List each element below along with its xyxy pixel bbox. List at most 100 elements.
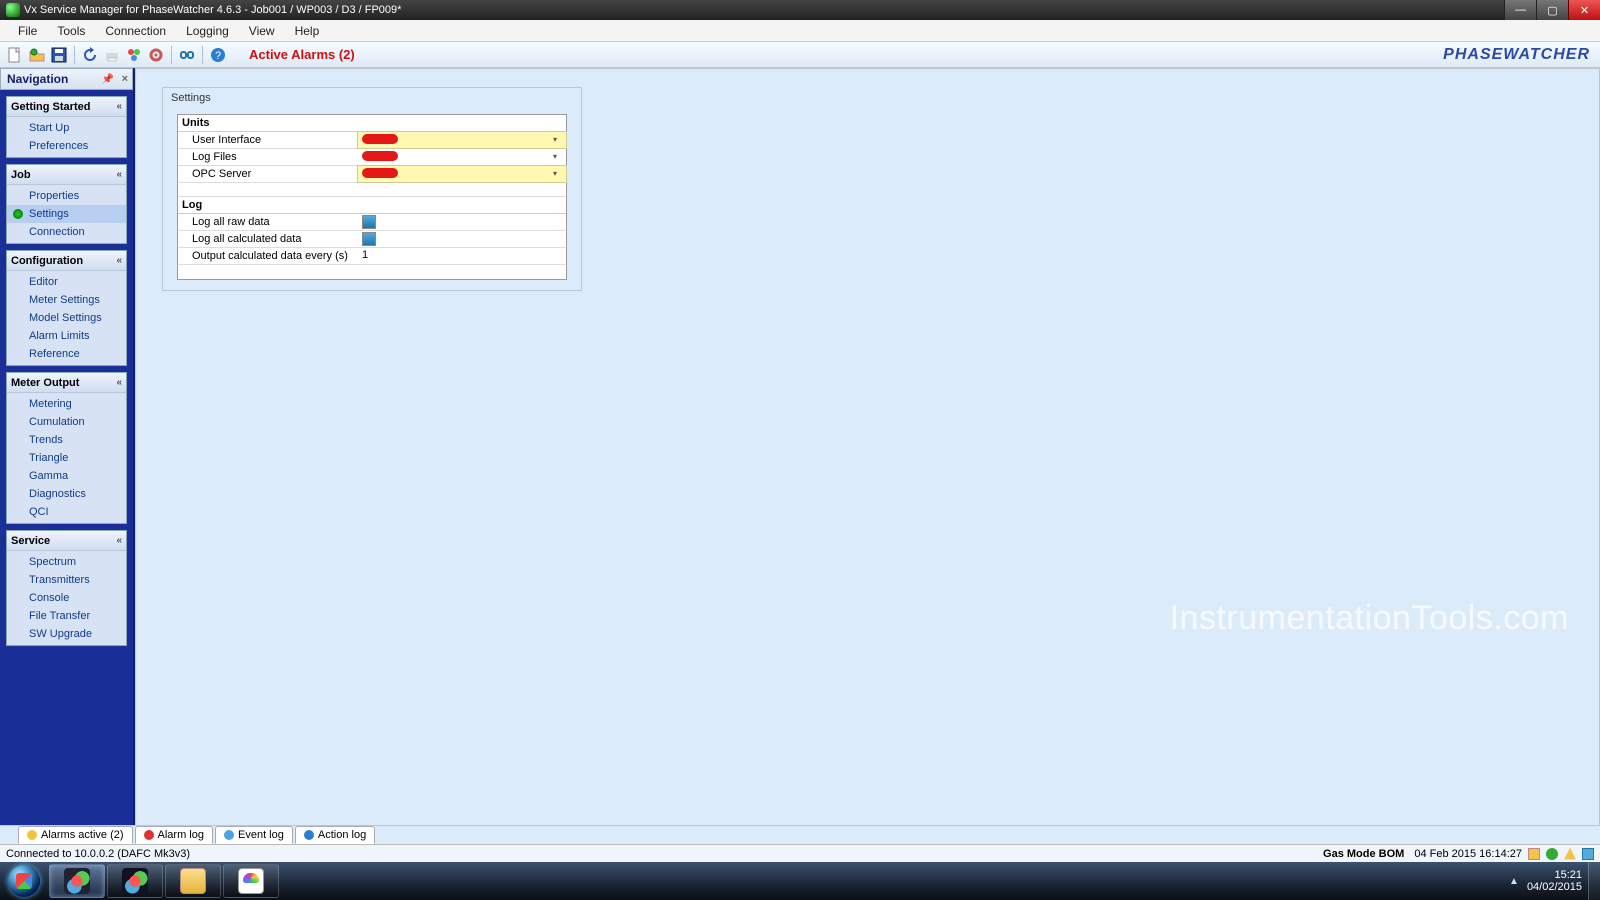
nav-item-diagnostics[interactable]: Diagnostics — [7, 485, 126, 503]
tab-label: Alarm log — [158, 829, 204, 841]
toolbar-help-button[interactable]: ? — [208, 45, 228, 65]
nav-panel-header[interactable]: Service« — [7, 531, 126, 551]
bottom-tab-event-log[interactable]: Event log — [215, 826, 293, 844]
menu-help[interactable]: Help — [285, 22, 330, 40]
menu-logging[interactable]: Logging — [176, 22, 239, 40]
dropdown-arrow-icon[interactable]: ▾ — [553, 169, 563, 179]
nav-item-settings[interactable]: Settings — [7, 205, 126, 223]
nav-item-alarm-limits[interactable]: Alarm Limits — [7, 327, 126, 345]
window-maximize-button[interactable]: ▢ — [1536, 0, 1568, 20]
nav-item-metering[interactable]: Metering — [7, 395, 126, 413]
close-panel-icon[interactable]: × — [122, 73, 128, 85]
menu-tools[interactable]: Tools — [47, 22, 95, 40]
nav-panel-job: Job« PropertiesSettingsConnection — [6, 164, 127, 244]
nav-item-trends[interactable]: Trends — [7, 431, 126, 449]
collapse-icon[interactable]: « — [116, 169, 122, 180]
tab-status-icon — [144, 830, 154, 840]
menu-connection[interactable]: Connection — [95, 22, 176, 40]
toolbar-refresh-button[interactable] — [80, 45, 100, 65]
prop-value-opc-server[interactable]: ▾ — [358, 166, 566, 182]
dropdown-arrow-icon[interactable]: ▾ — [553, 135, 563, 145]
bottom-tab-alarms-active-2-[interactable]: Alarms active (2) — [18, 826, 133, 844]
nav-item-spectrum[interactable]: Spectrum — [7, 553, 126, 571]
status-icon-1[interactable] — [1528, 848, 1540, 860]
nav-item-cumulation[interactable]: Cumulation — [7, 413, 126, 431]
tray-clock[interactable]: 15:21 04/02/2015 — [1527, 869, 1582, 893]
pin-icon[interactable]: 📌 — [102, 74, 114, 85]
window-title: Vx Service Manager for PhaseWatcher 4.6.… — [24, 4, 401, 16]
taskbar-paint[interactable] — [223, 864, 279, 898]
menu-file[interactable]: File — [8, 22, 47, 40]
settings-heading: Settings — [163, 88, 581, 114]
nav-item-meter-settings[interactable]: Meter Settings — [7, 291, 126, 309]
nav-panel-header[interactable]: Meter Output« — [7, 373, 126, 393]
nav-item-properties[interactable]: Properties — [7, 187, 126, 205]
bottom-tab-action-log[interactable]: Action log — [295, 826, 375, 844]
toolbar-save-button[interactable] — [49, 45, 69, 65]
dropdown-arrow-icon[interactable]: ▾ — [553, 152, 563, 162]
nav-item-connection[interactable]: Connection — [7, 223, 126, 241]
nav-item-model-settings[interactable]: Model Settings — [7, 309, 126, 327]
collapse-icon[interactable]: « — [116, 377, 122, 388]
tab-label: Alarms active (2) — [41, 829, 124, 841]
window-close-button[interactable]: ✕ — [1568, 0, 1600, 20]
toolbar-open-button[interactable] — [27, 45, 47, 65]
svg-text:?: ? — [215, 50, 221, 62]
tray-date: 04/02/2015 — [1527, 881, 1582, 893]
taskbar-app-1[interactable] — [49, 864, 105, 898]
nav-item-sw-upgrade[interactable]: SW Upgrade — [7, 625, 126, 643]
nav-panel-header[interactable]: Job« — [7, 165, 126, 185]
collapse-icon[interactable]: « — [116, 101, 122, 112]
prop-row: User Interface ▾ — [178, 132, 566, 149]
toolbar-config-button[interactable] — [124, 45, 144, 65]
prop-row: Log Files▾ — [178, 149, 566, 166]
nav-item-start-up[interactable]: Start Up — [7, 119, 126, 137]
collapse-icon[interactable]: « — [116, 255, 122, 266]
nav-item-qci[interactable]: QCI — [7, 503, 126, 521]
nav-item-editor[interactable]: Editor — [7, 273, 126, 291]
settings-groupbox: Settings UnitsUser Interface▾Log Files▾O… — [162, 87, 582, 291]
status-icon-2[interactable] — [1546, 848, 1558, 860]
toolbar-link-button[interactable] — [177, 45, 197, 65]
nav-item-reference[interactable]: Reference — [7, 345, 126, 363]
bottom-tab-alarm-log[interactable]: Alarm log — [135, 826, 213, 844]
tab-label: Action log — [318, 829, 366, 841]
nav-item-triangle[interactable]: Triangle — [7, 449, 126, 467]
prop-value-output-calculated-data-every-s-[interactable]: 1 — [358, 248, 566, 264]
collapse-icon[interactable]: « — [116, 535, 122, 546]
tray-overflow-icon[interactable]: ▲ — [1509, 876, 1519, 887]
prop-section-log: Log — [178, 197, 566, 214]
taskbar-app-2[interactable] — [107, 864, 163, 898]
nav-item-file-transfer[interactable]: File Transfer — [7, 607, 126, 625]
prop-value-log-all-calculated-data[interactable] — [358, 231, 566, 247]
active-alarms-label[interactable]: Active Alarms (2) — [249, 47, 355, 62]
tray-time: 15:21 — [1527, 869, 1582, 881]
status-icon-3[interactable] — [1564, 848, 1576, 860]
prop-value-user-interface[interactable]: ▾ — [358, 132, 566, 148]
toolbar-gear-button[interactable] — [146, 45, 166, 65]
nav-item-gamma[interactable]: Gamma — [7, 467, 126, 485]
nav-item-transmitters[interactable]: Transmitters — [7, 571, 126, 589]
nav-panel-getting-started: Getting Started« Start UpPreferences — [6, 96, 127, 158]
taskbar-explorer[interactable] — [165, 864, 221, 898]
status-bar: Connected to 10.0.0.2 (DAFC Mk3v3) Gas M… — [0, 844, 1600, 862]
nav-panel-configuration: Configuration« EditorMeter SettingsModel … — [6, 250, 127, 366]
status-icon-4[interactable] — [1582, 848, 1594, 860]
window-minimize-button[interactable]: — — [1504, 0, 1536, 20]
toolbar-new-button[interactable] — [5, 45, 25, 65]
nav-panel-header[interactable]: Configuration« — [7, 251, 126, 271]
menu-view[interactable]: View — [239, 22, 285, 40]
property-grid: UnitsUser Interface▾Log Files▾OPC Server… — [177, 114, 567, 280]
nav-item-console[interactable]: Console — [7, 589, 126, 607]
prop-value-log-files[interactable]: ▾ — [358, 149, 566, 165]
nav-item-preferences[interactable]: Preferences — [7, 137, 126, 155]
navigation-panel: Navigation 📌 × Getting Started«Start UpP… — [0, 68, 135, 862]
start-button[interactable] — [0, 862, 48, 900]
prop-value-log-all-raw-data[interactable] — [358, 214, 566, 230]
toolbar-print-button[interactable] — [102, 45, 122, 65]
prop-key: User Interface — [178, 132, 358, 148]
nav-panel-header[interactable]: Getting Started« — [7, 97, 126, 117]
prop-row: Output calculated data every (s)1 — [178, 248, 566, 265]
show-desktop-button[interactable] — [1588, 862, 1600, 900]
toolbar: ? Active Alarms (2) PHASEWATCHER — [0, 42, 1600, 68]
